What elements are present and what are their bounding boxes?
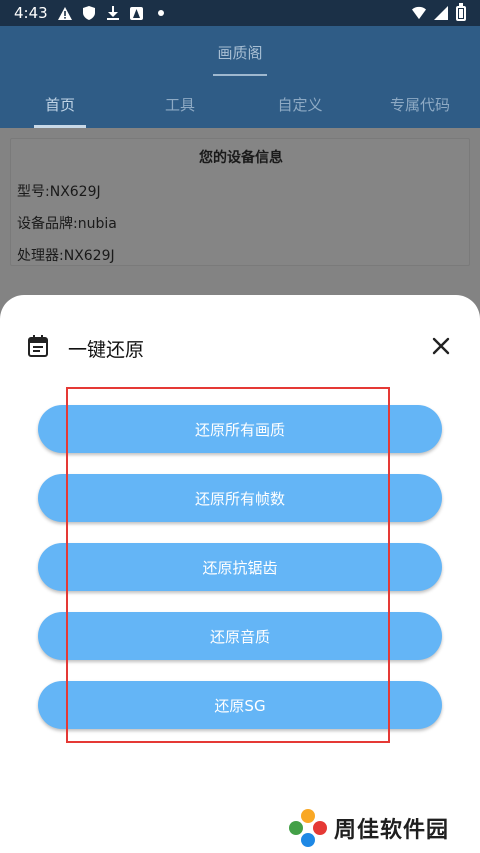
- wifi-icon: [412, 6, 426, 20]
- app-icon: [130, 6, 144, 20]
- sheet-title: 一键还原: [68, 339, 145, 361]
- signal-icon: [434, 6, 448, 20]
- app-header: 画质阁 首页 工具 自定义 专属代码: [0, 26, 480, 128]
- tab-home[interactable]: 首页: [0, 90, 120, 128]
- watermark-text: 周佳软件园: [334, 818, 450, 843]
- tab-exclusive-code[interactable]: 专属代码: [360, 90, 480, 128]
- device-processor: 处理器:NX629J: [17, 248, 115, 264]
- tab-tools[interactable]: 工具: [120, 90, 240, 128]
- highlight-annotation-box: [66, 387, 390, 743]
- calendar-icon: [28, 335, 48, 357]
- device-info-title: 您的设备信息: [199, 150, 283, 166]
- title-underline: [213, 74, 267, 76]
- tab-custom[interactable]: 自定义: [240, 90, 360, 128]
- pinwheel-logo-icon: [288, 808, 328, 848]
- page-title: 画质阁: [217, 44, 263, 62]
- device-model: 型号:NX629J: [17, 184, 101, 200]
- alert-icon: [57, 6, 72, 20]
- tab-bar: 首页 工具 自定义 专属代码: [0, 90, 480, 128]
- status-bar: 4:43: [0, 0, 480, 26]
- battery-icon: [456, 2, 466, 21]
- dot-icon: [154, 6, 168, 20]
- close-button[interactable]: [428, 333, 454, 359]
- status-time: 4:43: [14, 4, 48, 22]
- watermark: 周佳软件园: [288, 808, 449, 848]
- download-icon: [106, 6, 120, 20]
- restore-bottom-sheet: 一键还原 还原所有画质 还原所有帧数 还原抗锯齿 还原音质 还原SG: [0, 295, 480, 853]
- shield-icon: [82, 6, 96, 20]
- close-icon: [428, 337, 454, 363]
- device-brand: 设备品牌:nubia: [17, 216, 117, 232]
- device-info-card: 您的设备信息 型号:NX629J 设备品牌:nubia 处理器:NX629J: [10, 138, 470, 266]
